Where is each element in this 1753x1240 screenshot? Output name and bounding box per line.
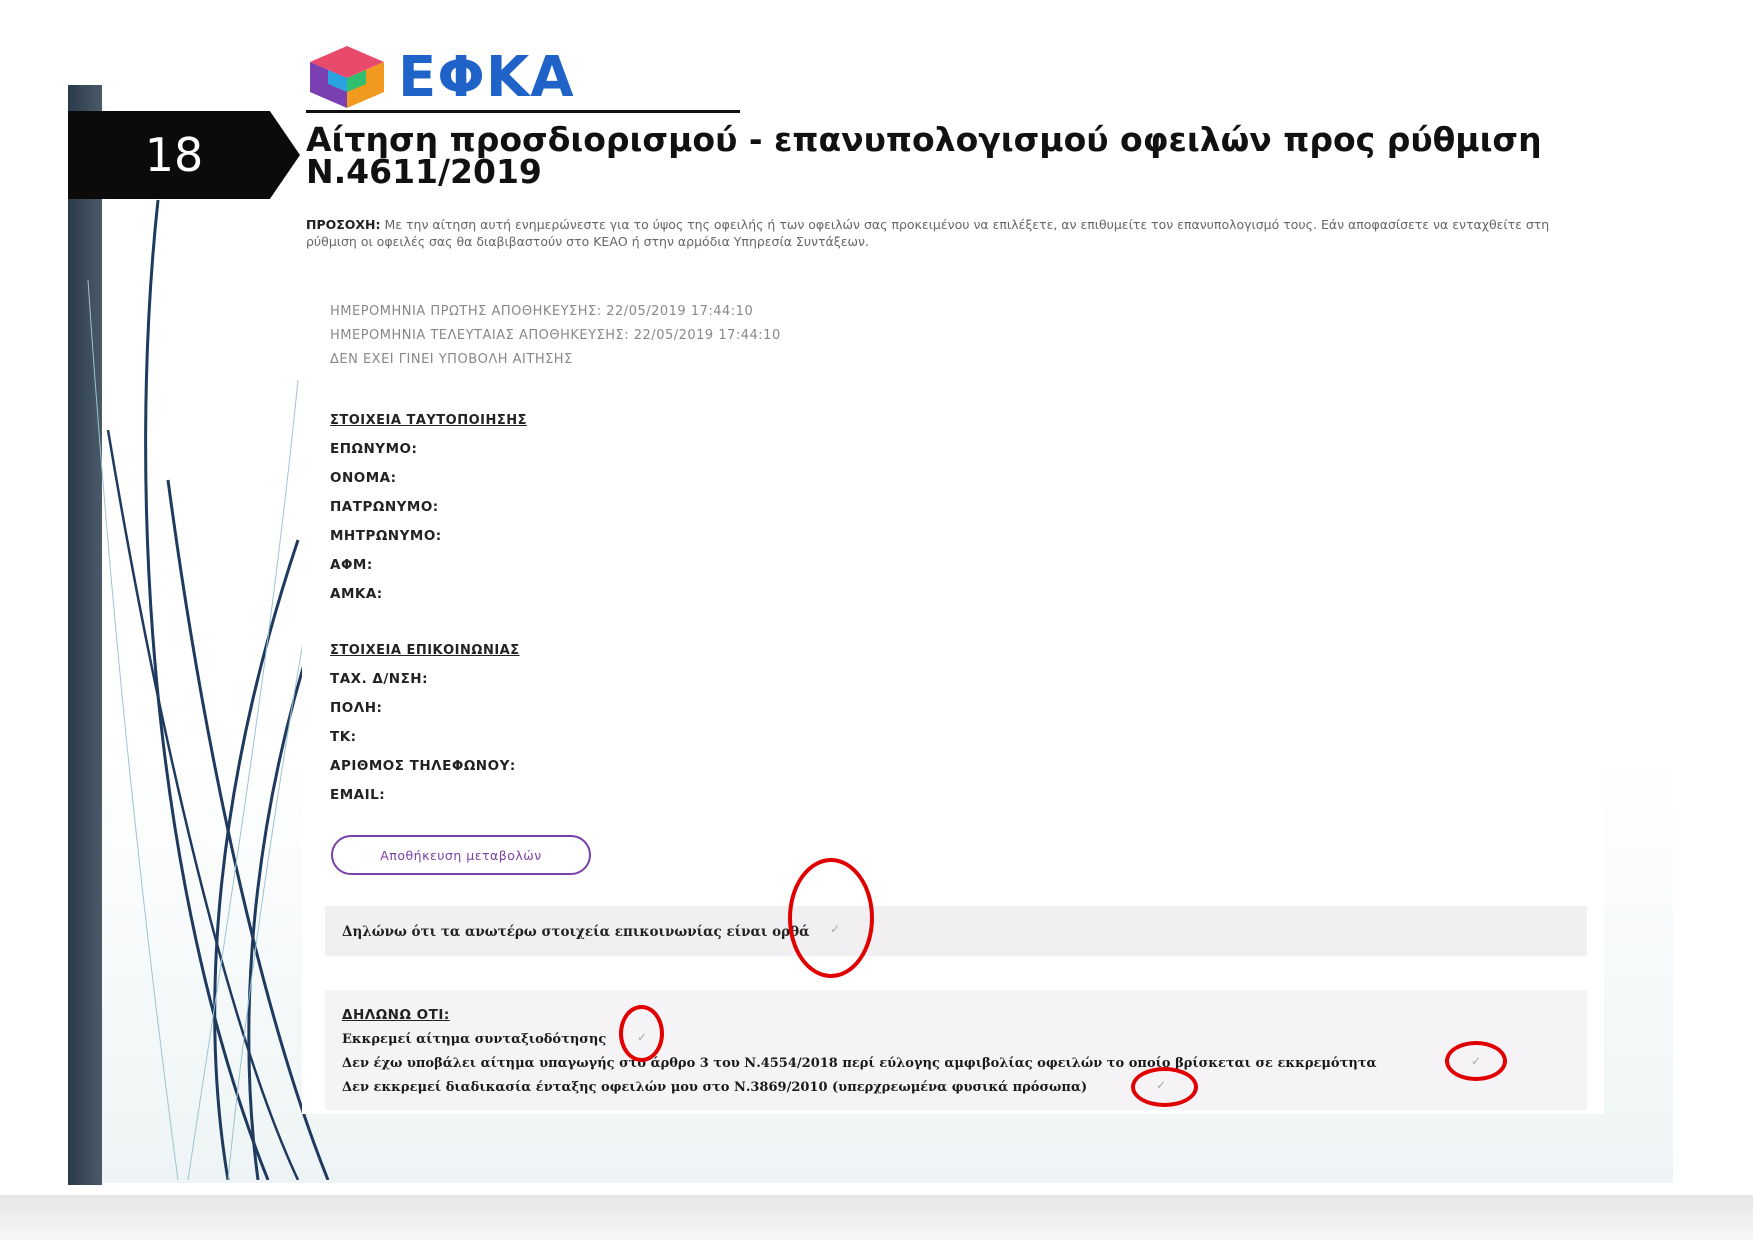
slide-page: 18 ΕΦΚΑ Αίτηση προσδιορισμού - επανυπολο… bbox=[0, 0, 1753, 1240]
slide-title: Αίτηση προσδιορισμού - επανυπολογισμού ο… bbox=[306, 123, 1606, 191]
annotation-circle-checkbox-2 bbox=[1445, 1041, 1507, 1081]
identity-fields: ΕΠΩΝΥΜΟ: ΟΝΟΜΑ: ΠΑΤΡΩΝΥΜΟ: ΜΗΤΡΩΝΥΜΟ: ΑΦ… bbox=[330, 435, 442, 609]
contact-fields: ΤΑΧ. Δ/ΝΣΗ: ΠΟΛΗ: ΤΚ: ΑΡΙΘΜΟΣ ΤΗΛΕΦΩΝΟΥ:… bbox=[330, 665, 516, 810]
efka-logo: ΕΦΚΑ bbox=[306, 44, 575, 110]
field-label-email: EMAIL: bbox=[330, 787, 386, 803]
field-label-afm: ΑΦΜ: bbox=[330, 557, 373, 573]
submission-status: ΔΕΝ ΕΧΕΙ ΓΙΝΕΙ ΥΠΟΒΟΛΗ ΑΙΤΗΣΗΣ bbox=[330, 352, 573, 367]
field-label-phone: ΑΡΙΘΜΟΣ ΤΗΛΕΦΩΝΟΥ: bbox=[330, 758, 516, 774]
field-label-amka: ΑΜΚΑ: bbox=[330, 586, 383, 602]
declaration-no-overindebted-procedure: Δεν εκκρεμεί διαδικασία ένταξης οφειλών … bbox=[342, 1080, 1088, 1095]
notice-label: ΠΡΟΣΟΧΗ: bbox=[306, 217, 381, 232]
contact-section-heading: ΣΤΟΙΧΕΙΑ ΕΠΙΚΟΙΝΩΝΙΑΣ bbox=[330, 643, 520, 658]
field-label-name: ΟΝΟΜΑ: bbox=[330, 470, 397, 486]
declaration-pending-pension: Εκκρεμεί αίτημα συνταξιοδότησης bbox=[342, 1032, 607, 1047]
contact-declaration-text: Δηλώνω ότι τα ανωτέρω στοιχεία επικοινων… bbox=[342, 924, 810, 940]
last-save-date: ΗΜΕΡΟΜΗΝΙΑ ΤΕΛΕΥΤΑΙΑΣ ΑΠΟΘΗΚΕΥΣΗΣ: 22/05… bbox=[330, 328, 781, 343]
declaration-no-reasonable-doubt-request: Δεν έχω υποβάλει αίτημα υπαγωγής στο άρθ… bbox=[342, 1056, 1377, 1071]
field-label-postcode: ΤΚ: bbox=[330, 729, 357, 745]
efka-logo-text: ΕΦΚΑ bbox=[398, 44, 575, 110]
slide-number-badge: 18 bbox=[68, 111, 300, 199]
annotation-circle-checkbox-3 bbox=[1131, 1067, 1198, 1107]
slide-title-line-2: Ν.4611/2019 bbox=[306, 152, 542, 191]
logo-underline bbox=[306, 110, 740, 113]
efka-cube-icon bbox=[310, 46, 384, 108]
field-label-fathers-name: ΠΑΤΡΩΝΥΜΟ: bbox=[330, 499, 439, 515]
declarations-heading: ΔΗΛΩΝΩ ΟΤΙ: bbox=[342, 1007, 450, 1023]
annotation-circle-checkbox-1 bbox=[619, 1005, 664, 1062]
field-label-mothers-name: ΜΗΤΡΩΝΥΜΟ: bbox=[330, 528, 442, 544]
first-save-date: ΗΜΕΡΟΜΗΝΙΑ ΠΡΩΤΗΣ ΑΠΟΘΗΚΕΥΣΗΣ: 22/05/201… bbox=[330, 304, 754, 319]
notice-paragraph: ΠΡΟΣΟΧΗ: Με την αίτηση αυτή ενημερώνεστε… bbox=[306, 216, 1556, 250]
declarations-list: Εκκρεμεί αίτημα συνταξιοδότησης Δεν έχω … bbox=[342, 1028, 1377, 1100]
save-metadata: ΗΜΕΡΟΜΗΝΙΑ ΠΡΩΤΗΣ ΑΠΟΘΗΚΕΥΣΗΣ: 22/05/201… bbox=[330, 300, 781, 372]
save-changes-button[interactable]: Αποθήκευση μεταβολών bbox=[331, 835, 591, 875]
identity-section-heading: ΣΤΟΙΧΕΙΑ ΤΑΥΤΟΠΟΙΗΣΗΣ bbox=[330, 413, 528, 428]
slide-number: 18 bbox=[144, 128, 204, 182]
field-label-surname: ΕΠΩΝΥΜΟ: bbox=[330, 441, 418, 457]
annotation-circle-contact-checkbox bbox=[788, 858, 874, 978]
notice-text: Με την αίτηση αυτή ενημερώνεστε για το ύ… bbox=[306, 217, 1550, 249]
scan-bottom-shadow bbox=[0, 1195, 1753, 1240]
field-label-address: ΤΑΧ. Δ/ΝΣΗ: bbox=[330, 671, 428, 687]
field-label-city: ΠΟΛΗ: bbox=[330, 700, 383, 716]
